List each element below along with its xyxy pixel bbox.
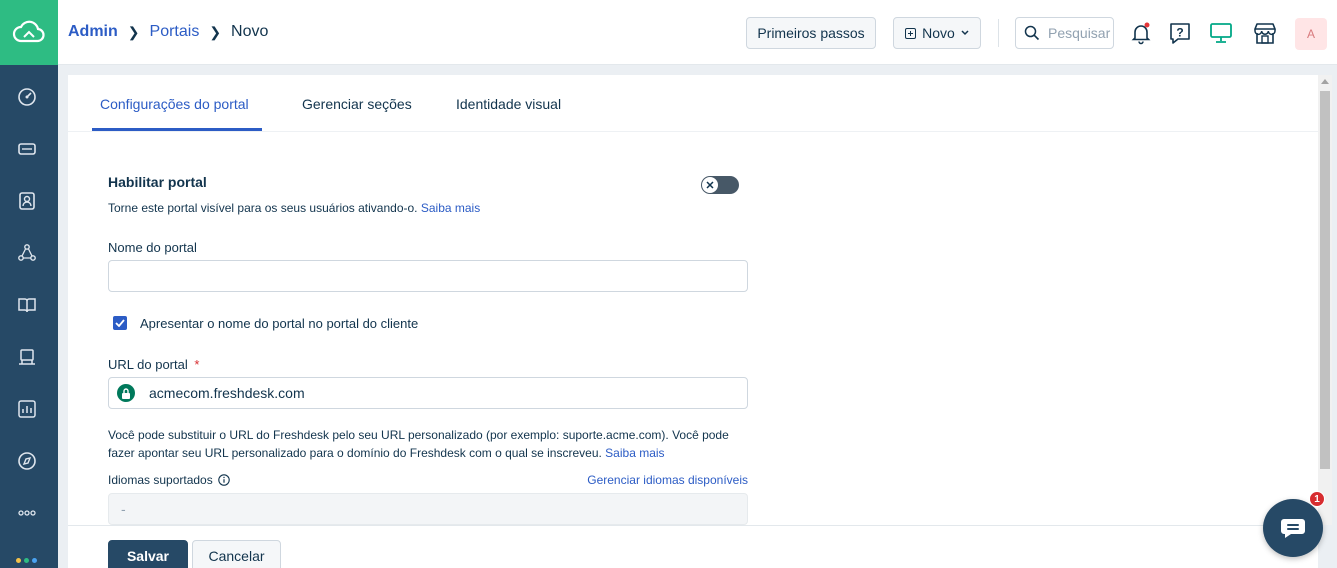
breadcrumb-novo: Novo: [231, 23, 269, 40]
contacts-icon[interactable]: [14, 188, 40, 214]
tickets-icon[interactable]: [14, 136, 40, 162]
portal-name-label: Nome do portal: [108, 240, 197, 255]
url-label-text: URL do portal: [108, 357, 188, 372]
portal-name-input[interactable]: [108, 260, 748, 292]
languages-label-text: Idiomas suportados: [108, 473, 213, 487]
show-portal-name-label: Apresentar o nome do portal no portal do…: [140, 316, 419, 331]
scrollbar[interactable]: [1318, 75, 1332, 525]
cancel-button[interactable]: Cancelar: [192, 540, 281, 568]
novo-dropdown-button[interactable]: Novo: [893, 17, 981, 49]
portal-url-input[interactable]: acmecom.freshdesk.com: [108, 377, 748, 409]
monitor-icon[interactable]: [1207, 19, 1235, 47]
tabs-bar: Configurações do portal Gerenciar seções…: [68, 75, 1318, 132]
marketplace-icon[interactable]: [1251, 19, 1279, 47]
enable-portal-description: Torne este portal visível para os seus u…: [108, 199, 480, 217]
search-placeholder: Pesquisar: [1048, 25, 1111, 41]
groups-icon[interactable]: [14, 240, 40, 266]
novo-label: Novo: [922, 25, 955, 41]
url-description: Você pode substituir o URL do Freshdesk …: [108, 426, 758, 462]
help-icon[interactable]: ?: [1166, 19, 1194, 47]
portal-url-value: acmecom.freshdesk.com: [149, 385, 305, 401]
lock-icon: [117, 384, 135, 402]
primeiros-passos-button[interactable]: Primeiros passos: [746, 17, 876, 49]
active-tab-indicator: [92, 128, 262, 131]
chevron-right-icon: ❯: [127, 23, 140, 40]
header-divider: [998, 19, 999, 47]
checkmark-icon: [115, 319, 125, 327]
enable-portal-title: Habilitar portal: [108, 174, 207, 190]
chat-widget-button[interactable]: [1263, 499, 1323, 557]
show-portal-name-checkbox[interactable]: [113, 316, 127, 330]
saiba-mais-link[interactable]: Saiba mais: [421, 201, 480, 215]
compass-icon[interactable]: [14, 448, 40, 474]
required-asterisk: *: [194, 357, 200, 372]
scroll-up-arrow-icon[interactable]: [1321, 79, 1329, 84]
top-header: Admin ❯ Portais ❯ Novo Primeiros passos …: [58, 0, 1337, 65]
chat-icon: [1281, 519, 1305, 538]
chat-notification-badge: 1: [1309, 491, 1325, 507]
info-icon[interactable]: [218, 474, 230, 486]
freshdesk-logo-icon[interactable]: [0, 0, 58, 65]
breadcrumb-admin[interactable]: Admin: [68, 23, 118, 41]
manage-languages-link[interactable]: Gerenciar idiomas disponíveis: [578, 471, 748, 489]
knowledge-base-icon[interactable]: [14, 292, 40, 318]
avatar[interactable]: A: [1295, 18, 1327, 50]
forums-icon[interactable]: [14, 344, 40, 370]
breadcrumb: Admin ❯ Portais ❯ Novo: [68, 23, 268, 41]
form-footer: Salvar Cancelar: [68, 525, 1318, 568]
tab-configuracoes[interactable]: Configurações do portal: [100, 96, 249, 112]
tab-gerenciar-secoes[interactable]: Gerenciar seções: [302, 96, 412, 112]
scrollbar-thumb[interactable]: [1320, 91, 1330, 469]
plus-square-icon: [905, 27, 917, 39]
languages-label: Idiomas suportados: [108, 473, 230, 487]
search-icon: [1024, 25, 1040, 41]
main-content: Configurações do portal Gerenciar seções…: [68, 75, 1318, 568]
enable-portal-toggle[interactable]: ✕: [701, 176, 739, 194]
chevron-right-icon: ❯: [209, 23, 222, 40]
more-icon[interactable]: [14, 500, 40, 526]
notifications-bell-icon[interactable]: [1127, 19, 1155, 47]
tab-identidade-visual[interactable]: Identidade visual: [456, 96, 561, 112]
url-label: URL do portal *: [108, 357, 199, 372]
breadcrumb-portais[interactable]: Portais: [150, 23, 200, 41]
languages-select[interactable]: -: [108, 493, 748, 525]
dashboard-icon[interactable]: [14, 84, 40, 110]
reports-icon[interactable]: [14, 396, 40, 422]
url-saiba-mais-link[interactable]: Saiba mais: [605, 446, 664, 460]
save-button[interactable]: Salvar: [108, 540, 188, 568]
chevron-down-icon: [961, 30, 969, 36]
enable-portal-desc-text: Torne este portal visível para os seus u…: [108, 201, 418, 215]
search-input[interactable]: Pesquisar: [1015, 17, 1114, 49]
sidebar: [0, 0, 58, 568]
close-icon: ✕: [702, 177, 718, 193]
apps-icon[interactable]: [16, 558, 37, 563]
svg-text:?: ?: [1176, 26, 1183, 40]
